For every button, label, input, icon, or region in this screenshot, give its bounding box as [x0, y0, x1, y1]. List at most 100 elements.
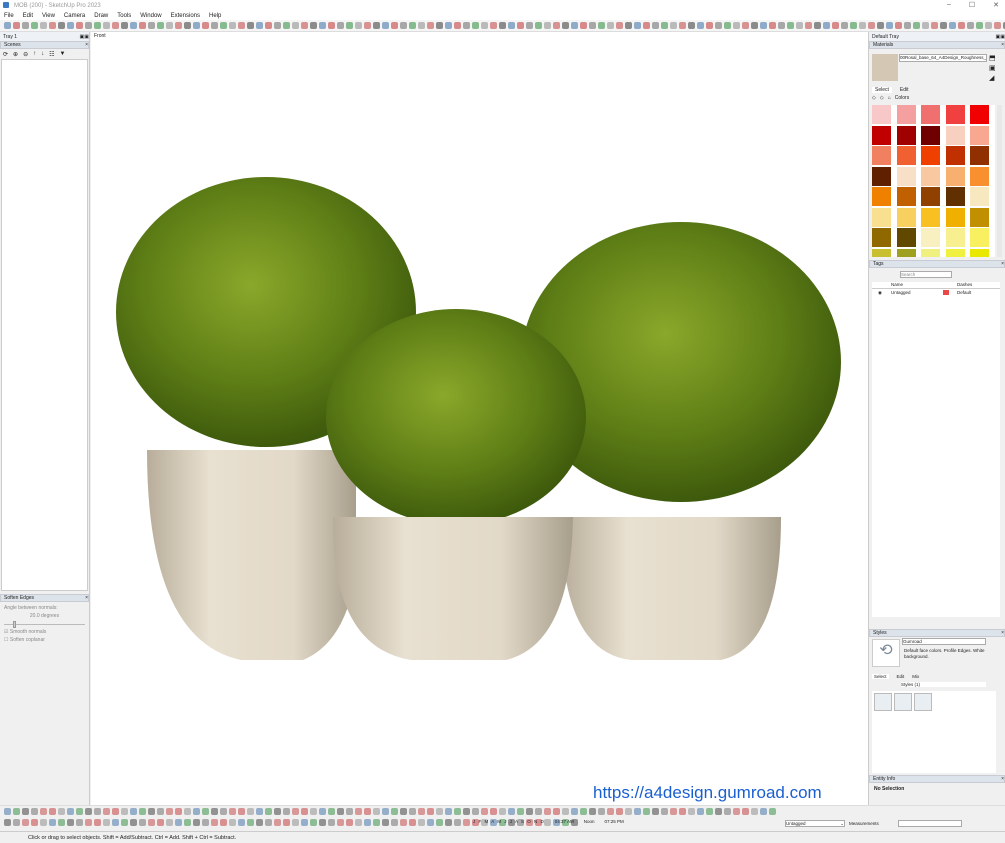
sample-icon[interactable]: ◢ — [989, 74, 996, 84]
toolbar-tool-icon[interactable] — [220, 22, 227, 29]
toolbar-tool-icon[interactable] — [4, 819, 11, 826]
toolbar-tool-icon[interactable] — [310, 808, 317, 815]
toolbar-tool-icon[interactable] — [166, 22, 173, 29]
toolbar-tool-icon[interactable] — [580, 22, 587, 29]
details-icon[interactable]: ▼ — [59, 51, 65, 57]
toolbar-tool-icon[interactable] — [85, 22, 92, 29]
toolbar-tool-icon[interactable] — [598, 22, 605, 29]
toolbar-tool-icon[interactable] — [454, 808, 461, 815]
toolbar-tool-icon[interactable] — [616, 22, 623, 29]
toolbar-tool-icon[interactable] — [85, 819, 92, 826]
toolbar-tool-icon[interactable] — [319, 22, 326, 29]
toolbar-tool-icon[interactable] — [229, 819, 236, 826]
toolbar-tool-icon[interactable] — [382, 808, 389, 815]
toolbar-tool-icon[interactable] — [301, 808, 308, 815]
material-swatch[interactable] — [970, 248, 989, 257]
toolbar-tool-icon[interactable] — [13, 819, 20, 826]
styles-tab-edit[interactable]: Edit — [897, 674, 905, 679]
toolbar-tool-icon[interactable] — [76, 808, 83, 815]
styles-tab-select[interactable]: Select — [872, 674, 889, 679]
toolbar-tool-icon[interactable] — [958, 22, 965, 29]
toolbar-tool-icon[interactable] — [427, 808, 434, 815]
tag-row[interactable]: ◉ Untagged Default — [872, 289, 1000, 296]
toolbar-tool-icon[interactable] — [760, 22, 767, 29]
menu-view[interactable]: View — [42, 13, 55, 19]
toolbar-tool-icon[interactable] — [760, 808, 767, 815]
toolbar-tool-icon[interactable] — [418, 819, 425, 826]
toolbar-tool-icon[interactable] — [625, 808, 632, 815]
toolbar-tool-icon[interactable] — [706, 22, 713, 29]
toolbar-tool-icon[interactable] — [166, 808, 173, 815]
material-swatch[interactable] — [872, 146, 891, 165]
toolbar-tool-icon[interactable] — [58, 808, 65, 815]
toolbar-tool-icon[interactable] — [634, 22, 641, 29]
toolbar-tool-icon[interactable] — [472, 22, 479, 29]
toolbar-tool-icon[interactable] — [130, 819, 137, 826]
toolbar-tool-icon[interactable] — [49, 808, 56, 815]
menu-extensions[interactable]: Extensions — [171, 13, 200, 19]
toolbar-tool-icon[interactable] — [751, 808, 758, 815]
toolbar-tool-icon[interactable] — [814, 22, 821, 29]
toolbar-tool-icon[interactable] — [13, 808, 20, 815]
toolbar-tool-icon[interactable] — [328, 808, 335, 815]
toolbar-tool-icon[interactable] — [670, 22, 677, 29]
toolbar-tool-icon[interactable] — [751, 22, 758, 29]
toolbar-tool-icon[interactable] — [499, 808, 506, 815]
toolbar-tool-icon[interactable] — [94, 22, 101, 29]
toolbar-tool-icon[interactable] — [688, 808, 695, 815]
toolbar-tool-icon[interactable] — [445, 22, 452, 29]
toolbar-tool-icon[interactable] — [409, 819, 416, 826]
material-swatch[interactable] — [921, 166, 940, 186]
menu-camera[interactable]: Camera — [64, 13, 85, 19]
toolbar-tool-icon[interactable] — [931, 22, 938, 29]
toolbar-tool-icon[interactable] — [229, 22, 236, 29]
back-icon[interactable]: ◇ — [872, 95, 876, 101]
toolbar-tool-icon[interactable] — [994, 22, 1001, 29]
toolbar-tool-icon[interactable] — [319, 819, 326, 826]
material-swatch[interactable] — [896, 187, 916, 206]
toolbar-tool-icon[interactable] — [976, 22, 983, 29]
material-swatch[interactable] — [921, 228, 940, 247]
toolbar-tool-icon[interactable] — [184, 22, 191, 29]
materials-tab-select[interactable]: Select — [872, 87, 892, 93]
toolbar-tool-icon[interactable] — [922, 22, 929, 29]
material-swatch[interactable] — [921, 207, 940, 227]
toolbar-tool-icon[interactable] — [283, 22, 290, 29]
toolbar-tool-icon[interactable] — [724, 808, 731, 815]
toolbar-tool-icon[interactable] — [526, 808, 533, 815]
toolbar-tool-icon[interactable] — [148, 819, 155, 826]
library-select[interactable]: Colors — [895, 95, 909, 101]
toolbar-tool-icon[interactable] — [22, 808, 29, 815]
toolbar-tool-icon[interactable] — [310, 819, 317, 826]
remove-scene-icon[interactable]: ⊖ — [23, 51, 28, 58]
toolbar-tool-icon[interactable] — [40, 808, 47, 815]
toolbar-tool-icon[interactable] — [40, 819, 47, 826]
soften-edges-header[interactable]: Soften Edges × — [0, 594, 89, 602]
smooth-normals-checkbox[interactable]: ☑ Smooth normals — [4, 628, 85, 636]
toolbar-tool-icon[interactable] — [391, 808, 398, 815]
toolbar-tool-icon[interactable] — [31, 808, 38, 815]
toolbar-tool-icon[interactable] — [769, 22, 776, 29]
toolbar-tool-icon[interactable] — [778, 22, 785, 29]
move-down-icon[interactable]: ↓ — [41, 51, 44, 57]
toolbar-tool-icon[interactable] — [292, 22, 299, 29]
toolbar-tool-icon[interactable] — [859, 22, 866, 29]
toolbar-tool-icon[interactable] — [85, 808, 92, 815]
toolbar-tool-icon[interactable] — [328, 819, 335, 826]
toolbar-tool-icon[interactable] — [472, 808, 479, 815]
toolbar-tool-icon[interactable] — [463, 819, 470, 826]
toolbar-tool-icon[interactable] — [130, 808, 137, 815]
toolbar-tool-icon[interactable] — [337, 22, 344, 29]
toolbar-tool-icon[interactable] — [454, 22, 461, 29]
toolbar-tool-icon[interactable] — [220, 819, 227, 826]
material-swatch[interactable] — [945, 228, 965, 247]
toolbar-tool-icon[interactable] — [904, 22, 911, 29]
toolbar-tool-icon[interactable] — [175, 808, 182, 815]
toolbar-tool-icon[interactable] — [184, 808, 191, 815]
toolbar-tool-icon[interactable] — [364, 819, 371, 826]
toolbar-tool-icon[interactable] — [337, 808, 344, 815]
toolbar-tool-icon[interactable] — [76, 819, 83, 826]
material-swatch[interactable] — [896, 207, 916, 227]
material-swatch[interactable] — [970, 166, 989, 186]
material-swatch[interactable] — [970, 105, 989, 124]
